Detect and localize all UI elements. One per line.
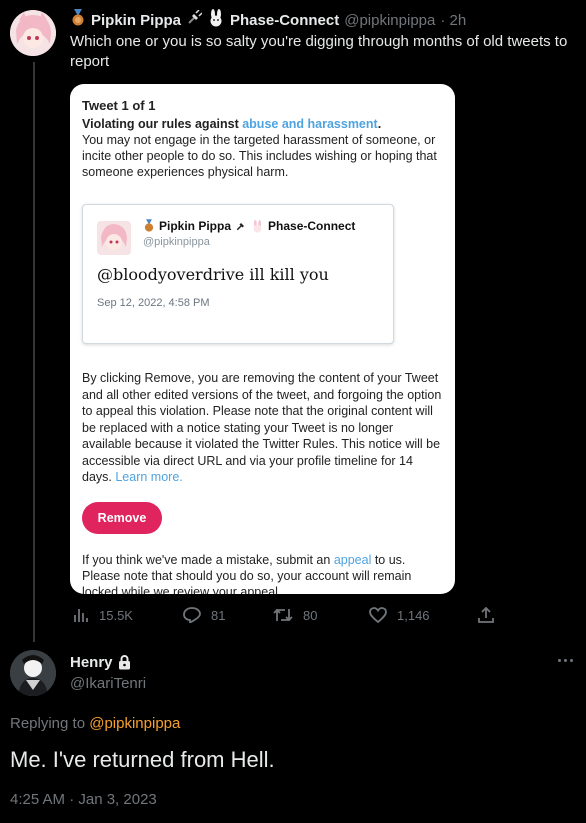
reply-display-name[interactable]: Henry: [70, 654, 113, 671]
views-count: 15.5K: [99, 607, 133, 623]
learn-more-link[interactable]: Learn more.: [115, 470, 182, 484]
embedded-timestamp: Sep 12, 2022, 4:58 PM: [97, 297, 210, 309]
plug-icon: [186, 8, 203, 31]
handle[interactable]: @pipkinpippa: [344, 12, 435, 29]
reply-icon: [183, 607, 201, 623]
embedded-avatar: [97, 221, 131, 255]
tweet-header: Pipkin Pippa Phase-Connect @pipkinpippa …: [70, 8, 466, 32]
remove-button[interactable]: Remove: [82, 502, 162, 534]
embedded-header: Pipkin Pippa Phase-Connect: [143, 219, 355, 233]
notice-heading: Tweet 1 of 1: [82, 98, 156, 113]
timestamp[interactable]: · 2h: [440, 12, 466, 29]
removal-text: By clicking Remove, you are removing the…: [82, 371, 442, 484]
display-name[interactable]: Pipkin Pippa: [91, 12, 181, 29]
rabbit-icon: [207, 8, 225, 32]
like-button[interactable]: 1,146: [369, 607, 430, 623]
avatar-image-icon: [10, 650, 56, 696]
share-icon: [478, 607, 494, 623]
lock-icon: [118, 655, 130, 670]
reply-avatar[interactable]: [10, 650, 56, 696]
replying-to: Replying to @pipkinpippa: [10, 715, 181, 732]
appeal-followup: Please note that should you do so, your …: [82, 569, 412, 594]
views-chart-icon: [74, 609, 88, 622]
notice-content: Tweet 1 of 1 Violating our rules against…: [82, 98, 444, 180]
reply-header: Henry: [70, 654, 131, 671]
views-button[interactable]: 15.5K: [73, 607, 133, 623]
plug-icon: [236, 223, 245, 231]
share-button[interactable]: [478, 607, 494, 623]
reply-handle[interactable]: @IkariTenri: [70, 675, 146, 692]
avatar-image-icon: [10, 10, 56, 56]
reply-text: Me. I've returned from Hell.: [10, 747, 275, 772]
attached-image[interactable]: Tweet 1 of 1 Violating our rules against…: [70, 84, 455, 594]
retweet-icon: [273, 608, 293, 622]
removal-notice: By clicking Remove, you are removing the…: [82, 370, 444, 486]
embedded-display-name: Pipkin Pippa: [159, 219, 232, 233]
avatar-image-icon: [101, 224, 127, 250]
retweet-button[interactable]: 80: [273, 607, 317, 623]
reply-count: 81: [211, 607, 226, 623]
rabbit-icon: [253, 219, 262, 233]
medal-icon: [144, 219, 154, 232]
retweet-count: 80: [303, 607, 318, 623]
tweet-text: Which one or you is so salty you're digg…: [70, 33, 568, 70]
affiliation-name[interactable]: Phase-Connect: [230, 12, 339, 29]
medal-icon: [70, 8, 86, 32]
embedded-tweet-text: @bloodyoverdrive ill kill you: [97, 265, 329, 284]
reply-button[interactable]: 81: [183, 607, 225, 623]
embedded-tweet[interactable]: Pipkin Pippa Phase-Connect @pipkinpippa …: [82, 204, 394, 344]
replying-to-handle-link[interactable]: @pipkinpippa: [89, 715, 180, 732]
appeal-notice: If you think we've made a mistake, submi…: [82, 552, 444, 594]
violation-line: Violating our rules against abuse and ha…: [82, 117, 382, 131]
avatar[interactable]: [10, 10, 56, 56]
heart-icon: [369, 607, 387, 623]
more-options-icon[interactable]: [558, 656, 576, 664]
rule-text: You may not engage in the targeted haras…: [82, 133, 437, 179]
embedded-affiliation: Phase-Connect: [268, 219, 356, 233]
like-count: 1,146: [397, 607, 430, 623]
abuse-link[interactable]: abuse and harassment: [242, 117, 377, 131]
appeal-link[interactable]: appeal: [334, 553, 372, 567]
embedded-handle: @pipkinpippa: [143, 236, 210, 248]
thread-connector-line: [33, 62, 35, 642]
reply-timestamp[interactable]: 4:25 AM · Jan 3, 2023: [10, 791, 157, 808]
